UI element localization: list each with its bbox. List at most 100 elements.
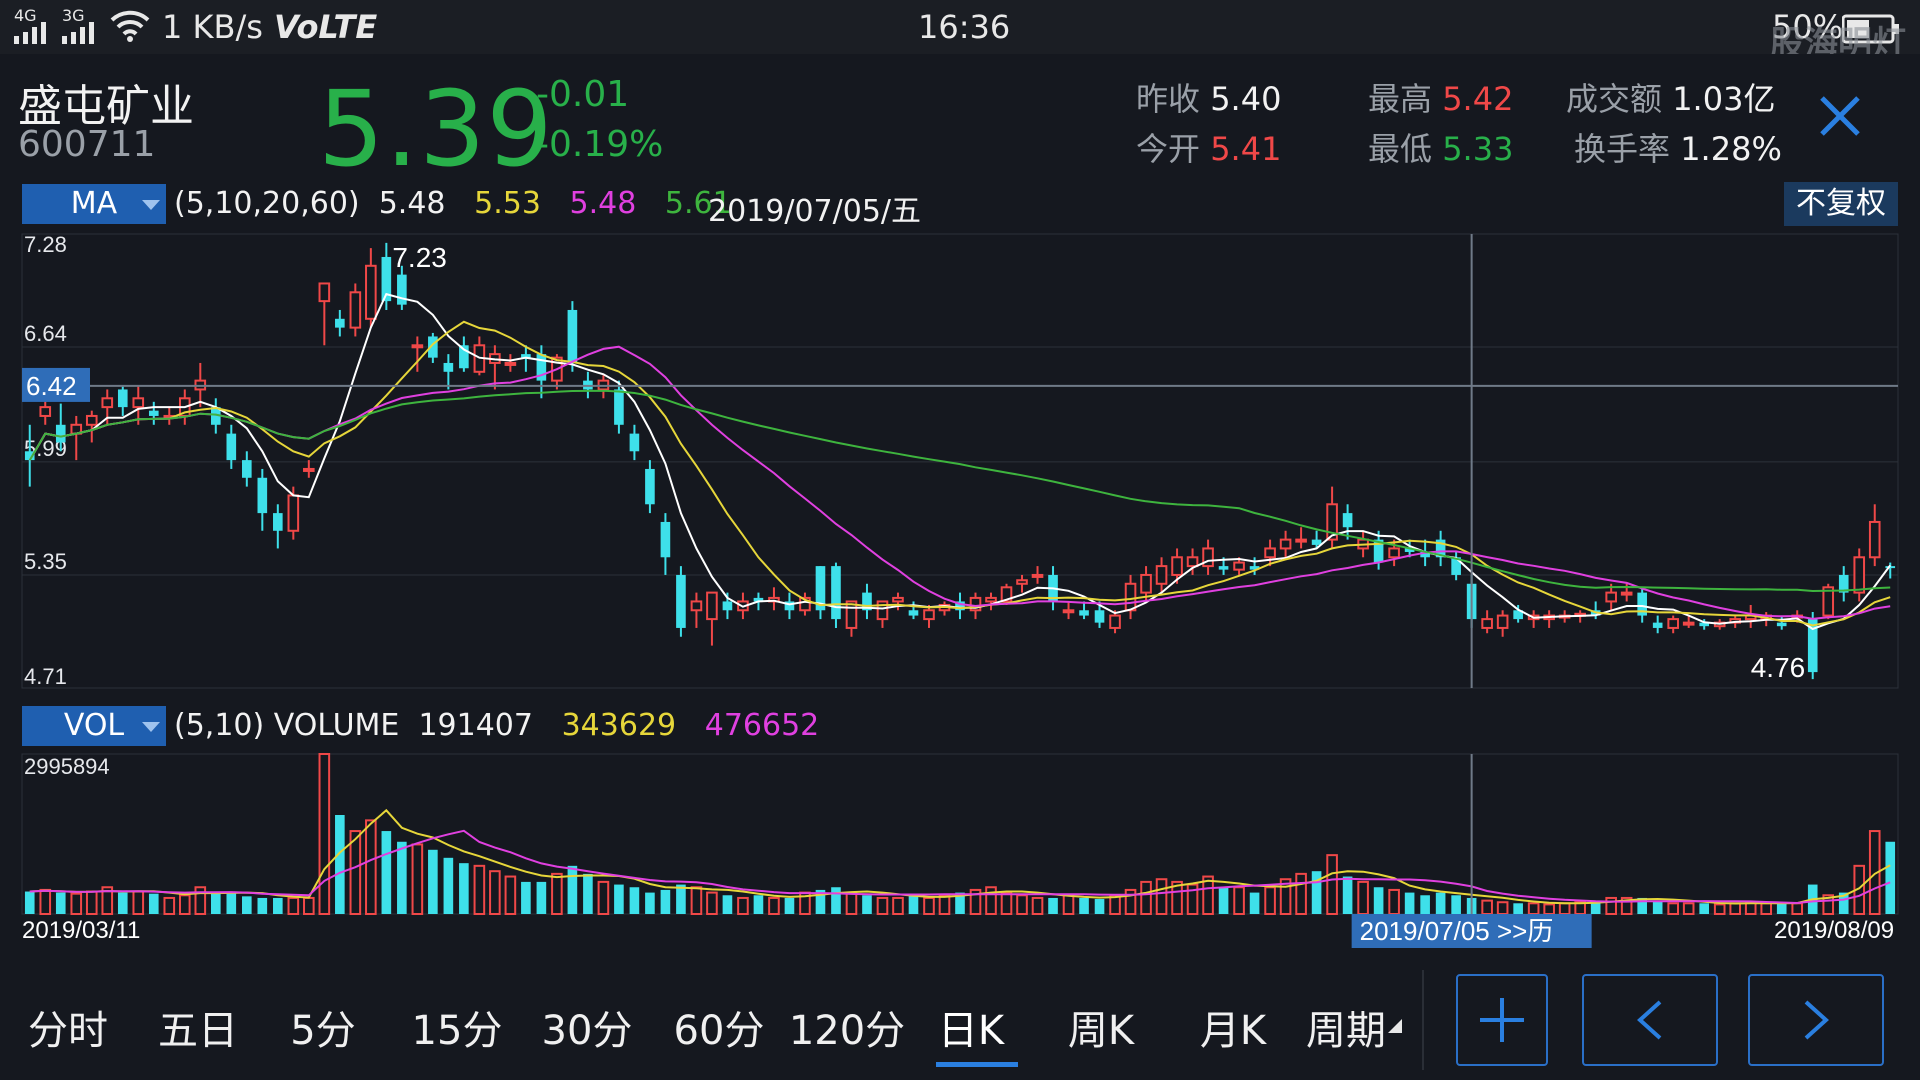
tab-8[interactable]: 周K	[1046, 998, 1156, 1056]
tab-6[interactable]: 120分	[784, 998, 910, 1056]
volume-bar	[1791, 902, 1804, 915]
volume-bar	[397, 841, 407, 914]
candle-body	[101, 397, 114, 409]
candle-body	[1202, 547, 1214, 568]
candle-body	[1481, 618, 1493, 629]
tab-divider	[1422, 970, 1424, 1070]
volume-bar	[1000, 891, 1013, 916]
tab-0[interactable]: 分时	[18, 998, 118, 1056]
candle-body	[1496, 614, 1509, 629]
volume-bar	[178, 894, 191, 916]
candle-body	[690, 600, 703, 612]
volume-bar	[938, 894, 951, 916]
tab-9[interactable]: 月K	[1178, 998, 1288, 1056]
tab-10[interactable]: 周期	[1298, 998, 1394, 1056]
volume-bar	[411, 843, 424, 915]
volume-bar	[194, 886, 207, 915]
volume-bar	[1140, 880, 1152, 915]
candle-body	[1667, 618, 1679, 629]
tab-3[interactable]: 15分	[402, 998, 512, 1056]
volume-bar	[1682, 902, 1695, 915]
volume-bar	[690, 886, 703, 915]
ma5-value: 5.48	[378, 186, 446, 221]
candle-body	[629, 433, 640, 452]
volume-bar	[1094, 899, 1105, 914]
active-tab-indicator	[936, 1062, 1018, 1067]
ma-legend: (5,10,20,60) 5.48 5.53 5.48 5.61	[174, 186, 732, 221]
candle-body	[55, 424, 66, 443]
candle-body	[892, 596, 904, 603]
candle-body	[1062, 609, 1075, 614]
volume-bar	[737, 896, 749, 915]
volume-bar	[1218, 887, 1229, 914]
candle-body	[257, 477, 268, 514]
candle-body	[443, 362, 454, 372]
current-price: 5.39	[318, 68, 554, 190]
candle-body	[287, 494, 300, 532]
volume-bar	[1667, 902, 1679, 915]
volte-label: VoLTE	[274, 8, 378, 46]
candlestick-chart[interactable]: 7.286.645.995.354.71 6.427.234.76	[0, 228, 1920, 698]
volume-bar	[985, 886, 997, 915]
volume-bar	[629, 887, 640, 914]
tab-4[interactable]: 30分	[532, 998, 642, 1056]
close-icon[interactable]	[1818, 94, 1862, 142]
volume-bar	[1295, 872, 1307, 915]
vol-ma5-value: 343629	[561, 708, 677, 743]
y-axis-label: 5.35	[24, 549, 67, 574]
vol-legend: (5,10) VOLUME 191407 343629 476652	[174, 708, 820, 743]
candle-body	[411, 344, 424, 349]
volume-bar	[1388, 888, 1400, 916]
volume-bar	[753, 895, 764, 914]
tab-1[interactable]: 五日	[148, 998, 248, 1056]
candle-body	[132, 397, 145, 409]
candle-body	[1868, 520, 1881, 559]
volume-bar	[1326, 854, 1338, 915]
candle-body	[303, 467, 315, 472]
volume-bar	[831, 887, 841, 914]
volume-bar	[1079, 897, 1089, 914]
volume-bar	[1760, 902, 1773, 915]
chevron-right-icon	[1804, 1000, 1829, 1040]
volume-bar	[24, 891, 35, 914]
volume-chart[interactable]: 2995894 2019/03/11 2019/08/09 2019/07/05 >…	[0, 752, 1920, 952]
volume-bar	[1652, 900, 1663, 914]
volume-bar	[148, 893, 159, 914]
candle-body	[1652, 622, 1663, 628]
volume-bar	[1699, 903, 1710, 914]
tab-2[interactable]: 5分	[280, 998, 366, 1056]
volume-bar	[645, 892, 655, 914]
volume-bar	[1605, 896, 1617, 915]
volume-bar	[845, 891, 858, 916]
volume-bar	[273, 897, 283, 914]
volume-bar	[551, 872, 563, 915]
stock-code: 600711	[18, 124, 156, 165]
tab-5[interactable]: 60分	[664, 998, 774, 1056]
ma10-value: 5.53	[474, 186, 541, 221]
volume-bar	[1496, 901, 1509, 916]
volume-bar	[117, 892, 128, 914]
indicator-dropdown-ma[interactable]: MA	[22, 184, 166, 224]
next-button[interactable]	[1748, 974, 1884, 1066]
candle-body	[318, 282, 331, 303]
volume-bar	[1513, 903, 1523, 914]
volume-bar	[768, 896, 780, 915]
volume-bar	[1729, 902, 1742, 915]
volume-bar	[1373, 887, 1384, 914]
volume-bar	[1048, 897, 1058, 914]
candle-body	[908, 610, 919, 616]
volume-bar	[242, 896, 252, 914]
candle-body	[1124, 582, 1137, 612]
volume-bar	[923, 896, 935, 915]
prev-button[interactable]	[1582, 974, 1718, 1066]
volume-bar	[660, 889, 671, 914]
volume-bar	[567, 865, 578, 914]
adjust-button[interactable]: 不复权	[1784, 182, 1898, 226]
volume-frame	[21, 753, 1899, 915]
candle-body	[985, 596, 997, 603]
add-indicator-button[interactable]	[1456, 974, 1548, 1066]
tab-7[interactable]: 日K	[916, 998, 1026, 1056]
volume-bar	[1404, 892, 1415, 914]
indicator-dropdown-vol[interactable]: VOL	[22, 706, 166, 746]
volume-bar	[1527, 902, 1540, 915]
